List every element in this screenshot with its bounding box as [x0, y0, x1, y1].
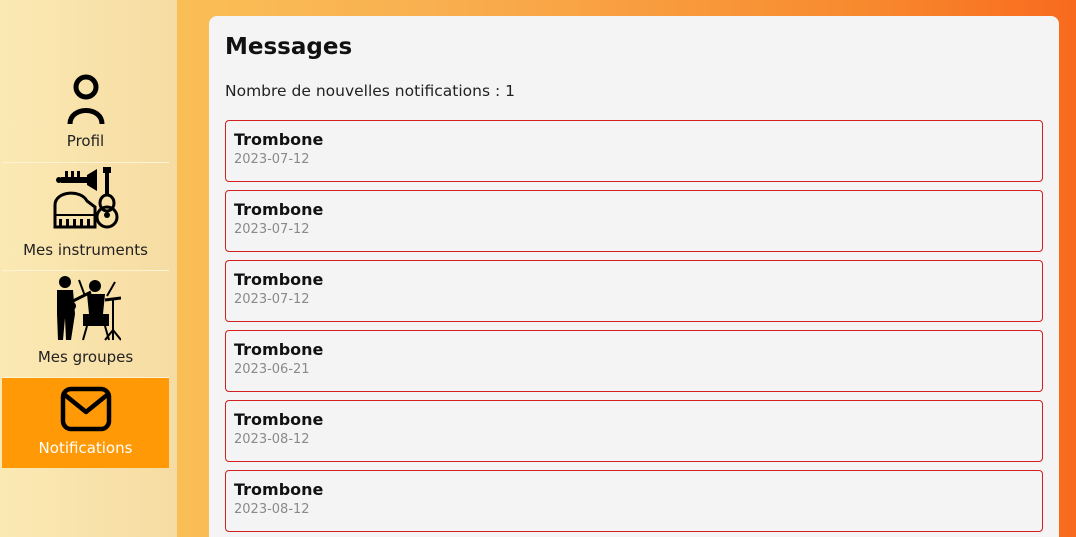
sidebar-item-instruments[interactable]: Mes instruments	[2, 163, 169, 271]
message-item[interactable]: Trombone 2023-08-12	[225, 470, 1043, 532]
message-date: 2023-06-21	[234, 362, 310, 377]
notification-count: Nombre de nouvelles notifications : 1	[225, 82, 515, 100]
message-item[interactable]: Trombone 2023-08-12	[225, 400, 1043, 462]
page-title: Messages	[225, 34, 353, 60]
sidebar-item-groupes[interactable]: Mes groupes	[2, 271, 169, 378]
sidebar-item-label: Mes instruments	[23, 241, 148, 259]
message-item[interactable]: Trombone 2023-07-12	[225, 190, 1043, 252]
sidebar-item-label: Mes groupes	[37, 348, 134, 366]
sidebar-item-profil[interactable]: Profil	[2, 70, 169, 163]
message-title: Trombone	[234, 200, 324, 219]
sidebar: Profil Mes instruments Mes groupes Notif…	[0, 0, 177, 537]
message-title: Trombone	[234, 340, 324, 359]
message-date: 2023-08-12	[234, 502, 310, 517]
user-icon	[66, 74, 106, 130]
message-list: Trombone 2023-07-12 Trombone 2023-07-12 …	[225, 120, 1043, 537]
sidebar-item-label: Notifications	[38, 439, 133, 457]
message-item[interactable]: Trombone 2023-06-21	[225, 330, 1043, 392]
message-date: 2023-07-12	[234, 222, 310, 237]
messages-panel: Messages Nombre de nouvelles notificatio…	[209, 16, 1059, 537]
message-item[interactable]: Trombone 2023-07-12	[225, 260, 1043, 322]
message-item[interactable]: Trombone 2023-07-12	[225, 120, 1043, 182]
message-title: Trombone	[234, 130, 324, 149]
message-date: 2023-07-12	[234, 152, 310, 167]
message-title: Trombone	[234, 410, 324, 429]
sidebar-item-notifications[interactable]: Notifications	[2, 378, 169, 468]
message-date: 2023-07-12	[234, 292, 310, 307]
sidebar-item-label: Profil	[66, 132, 105, 150]
message-title: Trombone	[234, 270, 324, 289]
message-date: 2023-08-12	[234, 432, 310, 447]
envelope-icon	[60, 385, 112, 437]
instruments-icon	[51, 167, 121, 239]
band-icon	[51, 274, 122, 346]
message-title: Trombone	[234, 480, 324, 499]
